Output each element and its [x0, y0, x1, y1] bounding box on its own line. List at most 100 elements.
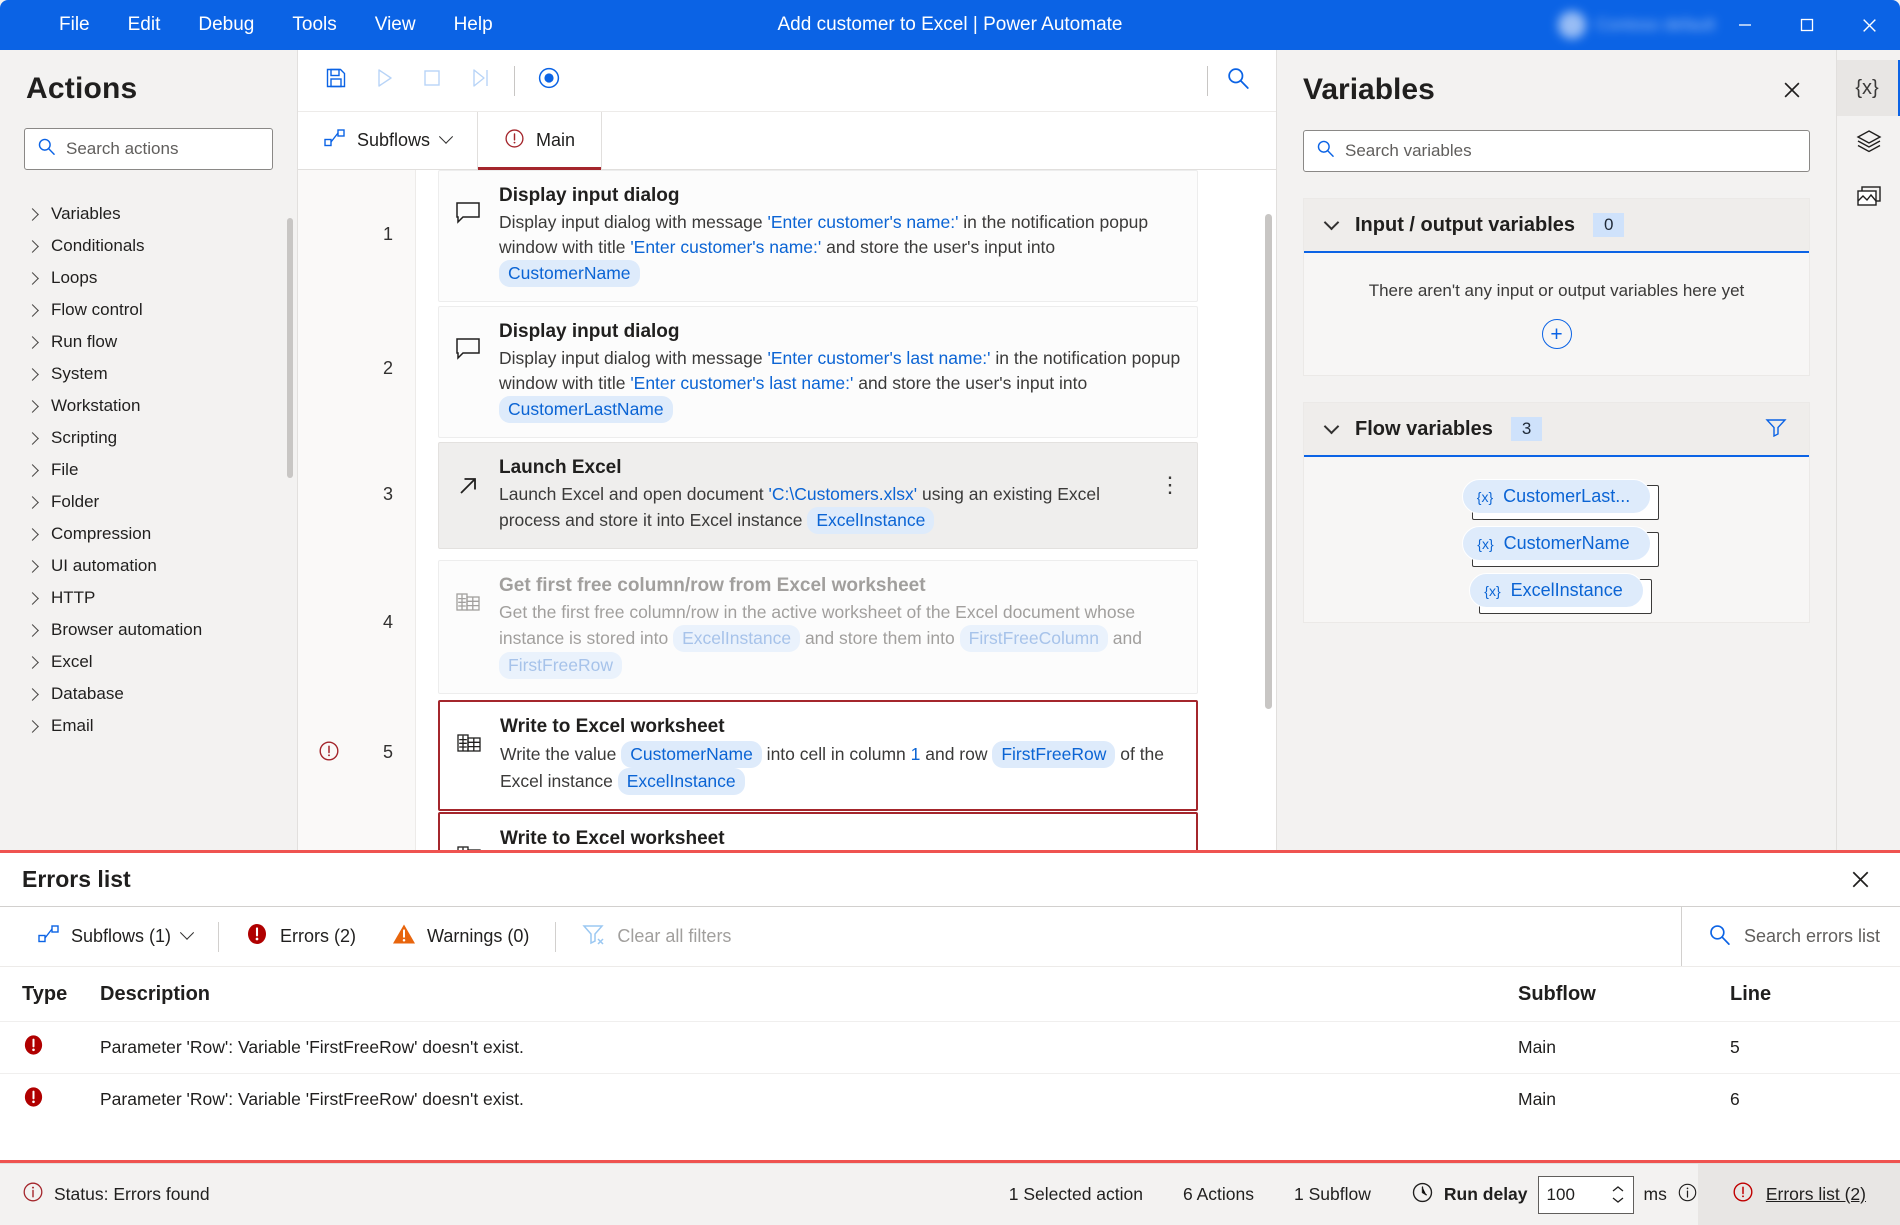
desc-literal: 1 [911, 744, 921, 764]
step-1-card[interactable]: Display input dialog Display input dialo… [438, 170, 1198, 302]
menu-view[interactable]: View [358, 8, 433, 42]
recorder-button[interactable] [525, 59, 573, 103]
category-flow-control[interactable]: Flow control [0, 294, 297, 326]
stop-button[interactable] [408, 59, 456, 103]
errors-table-header: Type Description Subflow Line [0, 967, 1900, 1021]
menu-help[interactable]: Help [437, 8, 510, 42]
variable-chip: FirstFreeRow [992, 741, 1115, 768]
rail-ui-elements-button[interactable] [1837, 116, 1900, 172]
maximize-button[interactable] [1776, 0, 1838, 50]
search-actions-input[interactable]: Search actions [24, 128, 273, 170]
variables-title: Variables [1303, 73, 1774, 107]
menu-file[interactable]: File [42, 8, 107, 42]
step-2-card[interactable]: Display input dialog Display input dialo… [438, 306, 1198, 438]
step-3-card[interactable]: Launch Excel Launch Excel and open docum… [438, 442, 1198, 549]
actions-scrollbar[interactable] [287, 218, 293, 478]
desc-text: Display input dialog with message [499, 348, 767, 368]
tab-subflows[interactable]: Subflows [298, 112, 478, 169]
step-4-card[interactable]: Get first free column/row from Excel wor… [438, 560, 1198, 694]
menu-edit[interactable]: Edit [111, 8, 178, 42]
category-database[interactable]: Database [0, 678, 297, 710]
flow-step-2[interactable]: 2 Display input dialog Display input dia… [416, 306, 1276, 438]
errors-panel-close-button[interactable] [1842, 862, 1878, 898]
category-folder[interactable]: Folder [0, 486, 297, 518]
stepper-arrows[interactable] [1611, 1185, 1625, 1204]
category-run-flow[interactable]: Run flow [0, 326, 297, 358]
category-label: Compression [51, 524, 151, 544]
run-delay-stepper[interactable]: 100 [1538, 1176, 1634, 1214]
menu-debug[interactable]: Debug [181, 8, 271, 42]
category-workstation[interactable]: Workstation [0, 390, 297, 422]
chevron-right-icon [26, 560, 39, 573]
rail-images-button[interactable] [1837, 172, 1900, 228]
run-button[interactable] [360, 59, 408, 103]
search-variables-input[interactable]: Search variables [1303, 130, 1810, 172]
errors-list-status-button[interactable]: Errors list (2) [1698, 1164, 1900, 1225]
flow-variables-header[interactable]: Flow variables 3 [1304, 403, 1809, 457]
rail-variables-button[interactable]: {x} [1837, 60, 1900, 116]
errors-panel-toolbar: Subflows (1) Errors (2) Warnings (0) [0, 907, 1900, 967]
error-row[interactable]: Parameter 'Row': Variable 'FirstFreeRow'… [0, 1073, 1900, 1125]
category-scripting[interactable]: Scripting [0, 422, 297, 454]
step-5-card[interactable]: Write to Excel worksheet Write the value… [438, 700, 1198, 811]
category-file[interactable]: File [0, 454, 297, 486]
add-io-variable-button[interactable]: + [1542, 319, 1572, 349]
category-variables[interactable]: Variables [0, 198, 297, 230]
variable-row[interactable]: {x} CustomerName [1304, 520, 1809, 567]
step-5-error-marker[interactable] [298, 740, 360, 767]
search-errors-placeholder: Search errors list [1744, 926, 1880, 947]
io-variables-header[interactable]: Input / output variables 0 [1304, 199, 1809, 253]
menu-tools[interactable]: Tools [275, 8, 353, 42]
save-button[interactable] [312, 59, 360, 103]
category-loops[interactable]: Loops [0, 262, 297, 294]
chevron-right-icon [26, 688, 39, 701]
error-row-line: 6 [1730, 1089, 1900, 1110]
desc-text: and [1108, 628, 1142, 648]
flow-step-1[interactable]: 1 Display input dialog Display input dia… [416, 170, 1276, 302]
errors-filter-errors[interactable]: Errors (2) [227, 922, 374, 951]
error-row-description: Parameter 'Row': Variable 'FirstFreeRow'… [100, 1037, 1518, 1058]
errors-filter-subflows[interactable]: Subflows (1) [20, 924, 210, 949]
run-next-action-button[interactable] [456, 59, 504, 103]
chevron-right-icon [26, 368, 39, 381]
variable-row[interactable]: {x} CustomerLast... [1304, 473, 1809, 520]
flow-step-3[interactable]: 3 Launch Excel Launch Excel and open doc… [416, 442, 1276, 549]
search-flow-button[interactable] [1214, 59, 1262, 103]
category-ui-automation[interactable]: UI automation [0, 550, 297, 582]
filter-icon[interactable] [1765, 417, 1787, 442]
errors-filter-warnings[interactable]: Warnings (0) [374, 923, 547, 950]
variable-chip-customername[interactable]: {x} CustomerName [1462, 526, 1650, 561]
category-email[interactable]: Email [0, 710, 297, 742]
column-header-subflow: Subflow [1518, 983, 1730, 1006]
desc-text: into cell in column [762, 744, 911, 764]
close-button[interactable] [1838, 0, 1900, 50]
clear-all-filters-button[interactable]: Clear all filters [564, 923, 749, 950]
info-icon[interactable] [1677, 1182, 1698, 1208]
category-http[interactable]: HTTP [0, 582, 297, 614]
flow-step-5[interactable]: 5 Write to Excel worksheet Write the val… [416, 700, 1276, 811]
category-conditionals[interactable]: Conditionals [0, 230, 297, 262]
category-excel[interactable]: Excel [0, 646, 297, 678]
variable-chip-customerlastname[interactable]: {x} CustomerLast... [1462, 479, 1651, 514]
category-label: System [51, 364, 108, 384]
canvas-scrollbar[interactable] [1265, 214, 1272, 709]
variables-close-button[interactable] [1774, 72, 1810, 108]
chevron-down-icon [180, 925, 194, 939]
variable-row[interactable]: {x} ExcelInstance [1304, 567, 1809, 614]
title-bar: File Edit Debug Tools View Help Add cust… [0, 0, 1900, 50]
step-3-more-menu[interactable]: ⋮ [1159, 457, 1181, 490]
step-1-number: 1 [360, 224, 416, 245]
error-row[interactable]: Parameter 'Row': Variable 'FirstFreeRow'… [0, 1021, 1900, 1073]
account-indicator[interactable]: Contoso default [1558, 11, 1715, 39]
category-system[interactable]: System [0, 358, 297, 390]
tab-main[interactable]: Main [478, 112, 602, 169]
flow-step-4[interactable]: 4 Get first free column/row from Excel w… [416, 560, 1276, 694]
category-label: Variables [51, 204, 121, 224]
category-browser-automation[interactable]: Browser automation [0, 614, 297, 646]
excel-icon [453, 575, 483, 615]
minimize-button[interactable] [1714, 0, 1776, 50]
desc-literal: 'Enter customer's last name:' [630, 373, 853, 393]
variable-chip-excelinstance[interactable]: {x} ExcelInstance [1469, 573, 1643, 608]
search-errors-input[interactable]: Search errors list [1681, 907, 1880, 966]
category-compression[interactable]: Compression [0, 518, 297, 550]
